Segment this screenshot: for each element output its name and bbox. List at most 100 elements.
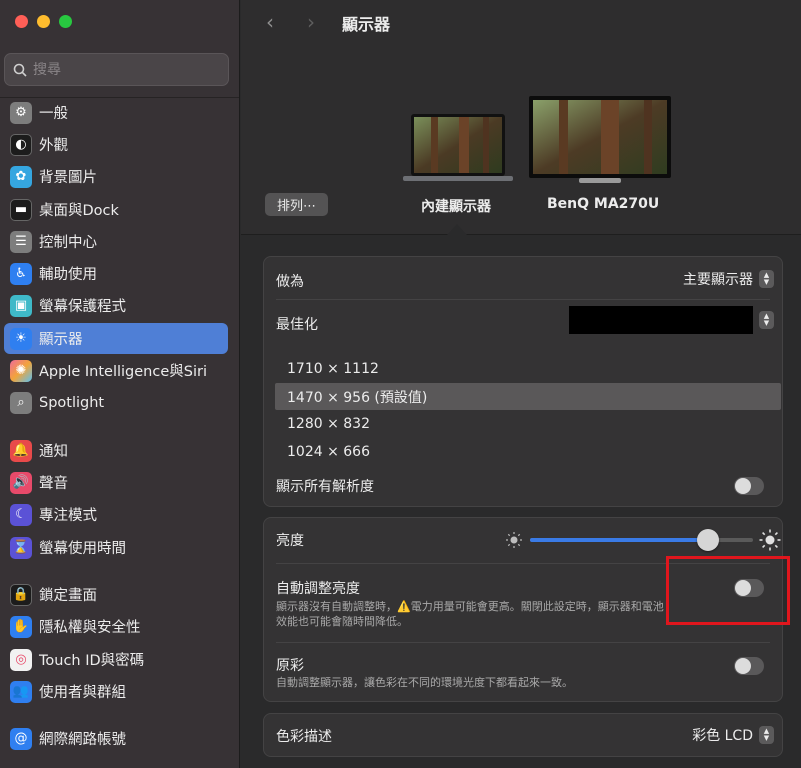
color-profile-value: 彩色 LCD bbox=[692, 728, 753, 744]
sidebar-item-lock-screen[interactable]: 🔒 鎖定畫面 bbox=[4, 579, 228, 610]
sidebar-item-appearance[interactable]: ◐ 外觀 bbox=[4, 129, 228, 160]
auto-brightness-description-line1: 顯示器沒有自動調整時，⚠️電力用量可能會更高。關閉此設定時，顯示器和電池 bbox=[276, 600, 664, 613]
auto-brightness-description-line2: 效能也可能會隨時間降低。 bbox=[276, 615, 408, 628]
sidebar-item-spotlight[interactable]: ⌕ Spotlight bbox=[4, 387, 228, 418]
true-tone-toggle[interactable] bbox=[734, 657, 764, 675]
annotation-highlight-box bbox=[666, 556, 790, 625]
sidebar-item-label: 鎖定畫面 bbox=[39, 588, 97, 604]
builtin-display-thumbnail[interactable] bbox=[401, 112, 515, 184]
sidebar-item-control-center[interactable]: ☰ 控制中心 bbox=[4, 226, 228, 257]
minimize-window-button[interactable] bbox=[37, 15, 50, 28]
back-chevron-icon[interactable]: ‹ bbox=[266, 10, 274, 34]
sidebar-item-general[interactable]: ⚙ 一般 bbox=[4, 97, 228, 128]
true-tone-label: 原彩 bbox=[276, 658, 304, 674]
page-title: 顯示器 bbox=[342, 15, 391, 34]
sidebar-item-notifications[interactable]: 🔔 通知 bbox=[4, 435, 228, 466]
sidebar-item-label: 螢幕保護程式 bbox=[39, 299, 126, 315]
sidebar-item-touch-id[interactable]: ◎ Touch ID與密碼 bbox=[4, 644, 228, 675]
lock-icon: 🔒 bbox=[10, 583, 32, 606]
wallpaper-icon: ✿ bbox=[10, 165, 32, 188]
sidebar-item-label: 使用者與群組 bbox=[39, 685, 126, 701]
sidebar-item-sound[interactable]: 🔊 聲音 bbox=[4, 467, 228, 498]
sidebar-item-wallpaper[interactable]: ✿ 背景圖片 bbox=[4, 161, 228, 192]
sidebar-item-label: Apple Intelligence與Siri bbox=[39, 364, 207, 380]
show-all-resolutions-label: 顯示所有解析度 bbox=[276, 479, 374, 495]
show-all-resolutions-toggle[interactable] bbox=[734, 477, 764, 495]
privacy-hand-icon: ✋ bbox=[10, 615, 32, 638]
optimize-label: 最佳化 bbox=[276, 317, 318, 333]
forward-chevron-icon[interactable]: › bbox=[307, 10, 315, 34]
arrange-button[interactable]: 排列⋯ bbox=[265, 193, 328, 216]
sidebar-item-accessibility[interactable]: ♿ 輔助使用 bbox=[4, 258, 228, 289]
sidebar-item-label: 輔助使用 bbox=[39, 267, 97, 283]
display-label-benq[interactable]: BenQ MA270U bbox=[547, 196, 659, 212]
resolution-option[interactable]: 1710 × 1112 bbox=[275, 355, 781, 382]
sidebar-item-label: 螢幕使用時間 bbox=[39, 541, 126, 557]
color-profile-label: 色彩描述 bbox=[276, 729, 332, 745]
at-icon: @ bbox=[10, 727, 32, 750]
brightness-slider-fill bbox=[530, 538, 708, 542]
zoom-window-button[interactable] bbox=[59, 15, 72, 28]
sidebar-item-label: 專注模式 bbox=[39, 508, 97, 524]
window-controls bbox=[15, 15, 72, 28]
brightness-high-icon bbox=[759, 529, 781, 551]
sidebar-item-label: 聲音 bbox=[39, 476, 68, 492]
sidebar-item-screensaver[interactable]: ▣ 螢幕保護程式 bbox=[4, 290, 228, 321]
search-input[interactable] bbox=[33, 61, 213, 78]
appearance-icon: ◐ bbox=[10, 133, 32, 156]
optimize-popup[interactable]: ▲ ▼ bbox=[569, 306, 774, 334]
users-icon: 👥 bbox=[10, 680, 32, 703]
close-window-button[interactable] bbox=[15, 15, 28, 28]
gear-icon: ⚙ bbox=[10, 101, 32, 124]
display-settings-card: 做為 主要顯示器 ▲ ▼ 最佳化 ▲ ▼ 1710 × 1112 1470 × 95… bbox=[263, 256, 783, 507]
sidebar-item-screen-time[interactable]: ⌛ 螢幕使用時間 bbox=[4, 532, 228, 563]
fingerprint-icon: ◎ bbox=[10, 648, 32, 671]
sidebar-item-siri[interactable]: ✺ Apple Intelligence與Siri bbox=[4, 355, 228, 386]
sidebar-item-label: 顯示器 bbox=[39, 332, 83, 348]
brightness-low-icon bbox=[506, 532, 522, 548]
color-profile-card: 色彩描述 彩色 LCD ▲ ▼ bbox=[263, 713, 783, 757]
sidebar-item-focus[interactable]: ☾ 專注模式 bbox=[4, 499, 228, 530]
sidebar-item-desktop-dock[interactable]: ▬ 桌面與Dock bbox=[4, 194, 228, 225]
screensaver-icon: ▣ bbox=[10, 294, 32, 317]
sidebar-item-label: 控制中心 bbox=[39, 235, 97, 251]
accessibility-icon: ♿ bbox=[10, 262, 32, 285]
popup-stepper-icon: ▲ ▼ bbox=[759, 726, 774, 744]
sidebar-item-displays[interactable]: ☀ 顯示器 bbox=[4, 323, 228, 354]
sidebar-item-label: 通知 bbox=[39, 444, 68, 460]
display-label-builtin[interactable]: 內建顯示器 bbox=[421, 196, 491, 216]
sidebar-item-users[interactable]: 👥 使用者與群組 bbox=[4, 676, 228, 707]
sidebar-item-label: 外觀 bbox=[39, 138, 68, 154]
use-as-value: 主要顯示器 bbox=[683, 272, 753, 288]
selected-display-indicator bbox=[447, 224, 467, 235]
use-as-popup[interactable]: 主要顯示器 ▲ ▼ bbox=[683, 269, 774, 289]
row-divider bbox=[276, 299, 770, 300]
sidebar-item-label: 一般 bbox=[39, 106, 68, 122]
search-icon bbox=[13, 63, 27, 77]
display-arrangement-area: ‹ › 顯示器 排列⋯ 內建顯示器 BenQ MA270U bbox=[241, 0, 801, 235]
benq-display-thumbnail[interactable] bbox=[529, 96, 671, 186]
true-tone-description: 自動調整顯示器，讓色彩在不同的環境光度下都看起來一致。 bbox=[276, 676, 573, 689]
popup-stepper-icon: ▲ ▼ bbox=[759, 270, 774, 288]
control-center-icon: ☰ bbox=[10, 230, 32, 253]
use-as-label: 做為 bbox=[276, 274, 304, 290]
brightness-slider[interactable] bbox=[530, 529, 753, 551]
resolution-option-selected[interactable]: 1470 × 956 (預設值) bbox=[275, 383, 781, 410]
sidebar-item-privacy[interactable]: ✋ 隱私權與安全性 bbox=[4, 611, 228, 642]
sidebar-item-label: 隱私權與安全性 bbox=[39, 620, 141, 636]
resolution-option[interactable]: 1280 × 832 bbox=[275, 410, 781, 437]
popup-stepper-icon: ▲ ▼ bbox=[759, 311, 774, 329]
sidebar-item-label: Spotlight bbox=[39, 394, 105, 411]
resolution-option[interactable]: 1024 × 666 bbox=[275, 438, 781, 465]
sidebar-item-internet-accounts[interactable]: @ 網際網路帳號 bbox=[4, 723, 228, 754]
sidebar-item-label: 背景圖片 bbox=[39, 170, 97, 186]
search-field[interactable] bbox=[4, 53, 229, 86]
brightness-label: 亮度 bbox=[276, 533, 304, 549]
sidebar-item-label: 桌面與Dock bbox=[39, 203, 119, 219]
focus-icon: ☾ bbox=[10, 503, 32, 526]
color-profile-popup[interactable]: 彩色 LCD ▲ ▼ bbox=[692, 725, 774, 745]
sound-icon: 🔊 bbox=[10, 471, 32, 494]
brightness-slider-knob[interactable] bbox=[697, 529, 719, 551]
spotlight-icon: ⌕ bbox=[10, 391, 32, 414]
sidebar: ⚙ 一般 ◐ 外觀 ✿ 背景圖片 ▬ 桌面與Dock ☰ 控制中心 ♿ 輔助使用… bbox=[0, 0, 240, 768]
